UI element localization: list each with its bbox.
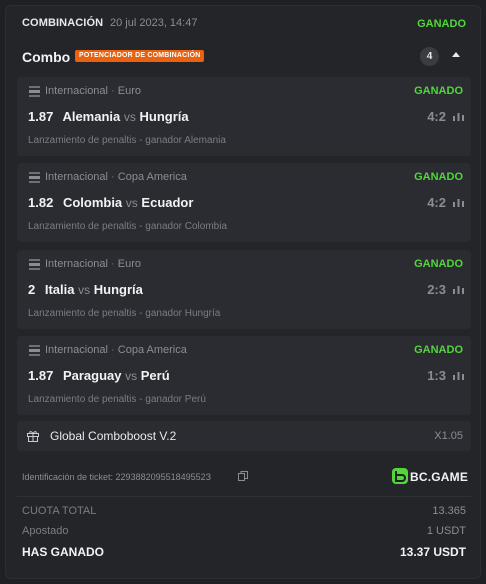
combo-boost-row: Global Comboboost V.2 X1.05 <box>17 421 471 451</box>
away-team: Hungría <box>93 282 143 297</box>
boost-label: Global Comboboost V.2 <box>50 429 177 443</box>
selection-odds: 2 <box>28 282 36 297</box>
match-line: 1.87 Alemania vs Hungría <box>28 109 189 124</box>
match-line: 2 Italia vs Hungría <box>28 282 143 297</box>
match-score: 4:2 <box>427 195 446 210</box>
fifa-logo-icon <box>29 86 40 97</box>
match-score: 4:2 <box>427 109 446 124</box>
boost-multiplier: X1.05 <box>434 430 463 442</box>
league-name: Euro <box>117 258 142 270</box>
combo-title: Combo <box>22 49 71 65</box>
league-name: Euro <box>117 85 142 97</box>
fifa-logo-icon <box>29 259 40 270</box>
league-category: Internacional <box>45 258 108 270</box>
match-score: 2:3 <box>427 282 446 297</box>
market-label: Lanzamiento de penaltis - ganador Colomb… <box>28 221 228 232</box>
bet-type: COMBINACIÓN <box>22 17 104 29</box>
bet-ticket-card: COMBINACIÓN 20 jul 2023, 14:47 GANADO Co… <box>5 5 481 579</box>
bet-selection[interactable]: Internacional · Euro GANADO 1.87 Alemani… <box>17 77 471 156</box>
market-label: Lanzamiento de penaltis - ganador Hungrí… <box>28 308 221 319</box>
caret-up-icon[interactable] <box>452 52 460 57</box>
league-category: Internacional <box>45 344 108 356</box>
match-line: 1.82 Colombia vs Ecuador <box>28 195 193 210</box>
league-label: Internacional · Euro <box>45 85 142 97</box>
vs-label: vs <box>78 283 91 297</box>
selection-status: GANADO <box>414 85 463 97</box>
home-team: Alemania <box>62 109 121 124</box>
bar-chart-icon[interactable] <box>453 370 464 380</box>
ticket-id: Identificación de ticket: 22938820955184… <box>22 472 212 482</box>
bar-chart-icon[interactable] <box>453 284 464 294</box>
selection-odds: 1.82 <box>28 195 54 210</box>
league-label: Internacional · Euro <box>45 258 142 270</box>
bet-selection[interactable]: Internacional · Copa America GANADO 1.82… <box>17 163 471 242</box>
bar-chart-icon[interactable] <box>453 111 464 121</box>
copy-icon[interactable] <box>238 471 248 481</box>
bet-selection[interactable]: Internacional · Copa America GANADO 1.87… <box>17 336 471 415</box>
brand-name: BC.GAME <box>410 470 469 484</box>
bet-selection[interactable]: Internacional · Euro GANADO 2 Italia vs … <box>17 250 471 329</box>
fifa-logo-icon <box>29 172 40 183</box>
vs-label: vs <box>125 369 138 383</box>
home-team: Colombia <box>62 195 123 210</box>
gift-icon <box>27 431 39 442</box>
fifa-logo-icon <box>29 345 40 356</box>
league-category: Internacional <box>45 171 108 183</box>
bar-chart-icon[interactable] <box>453 197 464 207</box>
combo-boost-badge: POTENCIADOR DE COMBINACIÓN <box>75 50 205 62</box>
vs-label: vs <box>125 196 138 210</box>
market-label: Lanzamiento de penaltis - ganador Perú <box>28 394 206 405</box>
away-team: Hungría <box>139 109 189 124</box>
brand-logo: BC.GAME <box>392 467 472 487</box>
selection-status: GANADO <box>414 258 463 270</box>
winnings-label: HAS GANADO <box>22 545 105 559</box>
home-team: Italia <box>44 282 75 297</box>
vs-label: vs <box>123 110 136 124</box>
divider <box>17 496 471 497</box>
selection-odds: 1.87 <box>28 368 54 383</box>
league-label: Internacional · Copa America <box>45 171 187 183</box>
match-score: 1:3 <box>427 368 446 383</box>
winnings-value: 13.37 USDT <box>399 545 466 559</box>
total-odds-value: 13.365 <box>432 505 466 517</box>
bet-date: 20 jul 2023, 14:47 <box>110 17 198 29</box>
selection-odds: 1.87 <box>28 109 54 124</box>
match-line: 1.87 Paraguay vs Perú <box>28 368 170 383</box>
ticket-status: GANADO <box>417 18 466 30</box>
total-odds-label: CUOTA TOTAL <box>22 505 97 517</box>
ticket-header: COMBINACIÓN 20 jul 2023, 14:47 GANADO <box>6 6 482 40</box>
market-label: Lanzamiento de penaltis - ganador Aleman… <box>28 135 226 146</box>
staked-label: Apostado <box>22 525 69 537</box>
away-team: Ecuador <box>141 195 194 210</box>
selection-status: GANADO <box>414 171 463 183</box>
bc-game-logo-icon <box>392 468 408 484</box>
selection-count: 4 <box>420 47 439 66</box>
league-name: Copa America <box>117 344 187 356</box>
league-category: Internacional <box>45 85 108 97</box>
selection-status: GANADO <box>414 344 463 356</box>
league-name: Copa America <box>117 171 187 183</box>
home-team: Paraguay <box>62 368 122 383</box>
league-label: Internacional · Copa America <box>45 344 187 356</box>
away-team: Perú <box>140 368 170 383</box>
combo-header[interactable]: Combo POTENCIADOR DE COMBINACIÓN 4 <box>6 40 482 76</box>
staked-value: 1 USDT <box>426 525 466 537</box>
